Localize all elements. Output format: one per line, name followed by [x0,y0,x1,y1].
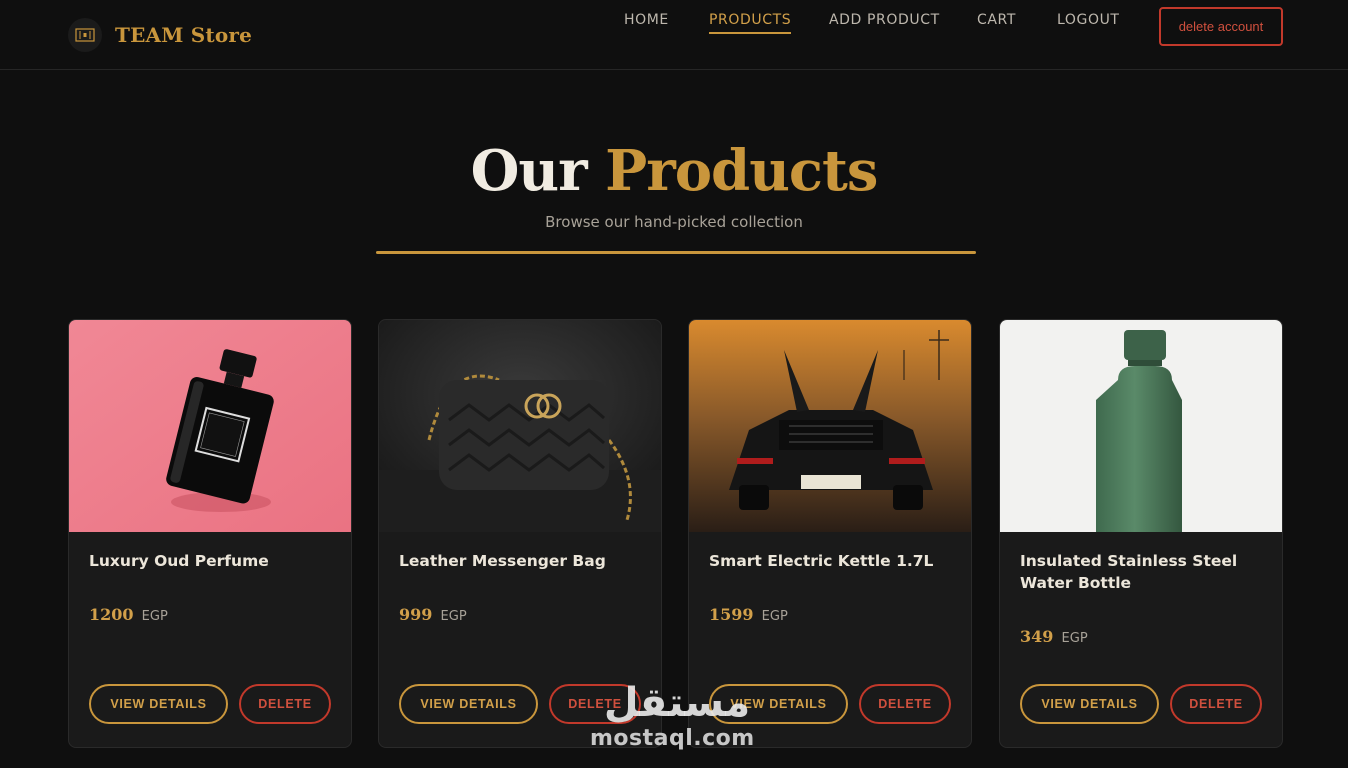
delete-account-button[interactable]: delete account [1159,7,1283,46]
product-price: 1599 EGP [709,605,788,624]
storefront-icon [68,18,102,52]
title-divider [376,251,976,254]
nav-logout[interactable]: LOGOUT [1057,11,1120,29]
product-price: 1200 EGP [89,605,168,624]
price-amount: 1200 [89,605,134,624]
nav-add-product[interactable]: ADD PRODUCT [829,11,940,29]
brand-name: TEAM Store [115,23,253,47]
product-image[interactable] [1000,320,1282,532]
view-details-button[interactable]: VIEW DETAILS [89,684,228,724]
navbar: TEAM Store HOME PRODUCTS ADD PRODUCT CAR… [0,0,1348,70]
page-subtitle: Browse our hand-picked collection [545,213,803,231]
nav-products[interactable]: PRODUCTS [709,11,792,34]
page-title-part2: Products [605,138,878,204]
product-image[interactable] [69,320,351,532]
product-image[interactable] [379,320,661,532]
price-currency: EGP [440,609,467,624]
view-details-button[interactable]: VIEW DETAILS [399,684,538,724]
product-price: 349 EGP [1020,627,1088,646]
product-name: Luxury Oud Perfume [89,552,269,570]
sports-car-photo [689,320,971,532]
page-title-part1: Our [470,138,588,204]
price-currency: EGP [1061,631,1088,646]
product-name: Leather Messenger Bag [399,552,606,570]
nav-home[interactable]: HOME [624,11,669,29]
watermark-text: mostaql.com [590,726,755,751]
view-details-button[interactable]: VIEW DETAILS [1020,684,1159,724]
product-image[interactable] [689,320,971,532]
nav-cart[interactable]: CART [977,11,1016,29]
brand[interactable]: TEAM Store [68,18,252,52]
product-price: 999 EGP [399,605,467,624]
page-title: Our Products [0,136,1348,206]
price-amount: 349 [1020,627,1054,646]
product-card: Luxury Oud Perfume 1200 EGP VIEW DETAILS… [68,319,352,748]
price-currency: EGP [761,609,788,624]
price-amount: 1599 [709,605,754,624]
product-card: Insulated Stainless Steel Water Bottle 3… [999,319,1283,748]
leather-bag-photo [379,320,661,532]
watermark-arabic-text: مستقل [604,680,750,726]
product-name: Smart Electric Kettle 1.7L [709,552,934,570]
delete-button[interactable]: DELETE [1170,684,1262,724]
water-bottle-photo [1000,320,1282,532]
price-amount: 999 [399,605,433,624]
perfume-bottle-photo [69,320,351,532]
delete-button[interactable]: DELETE [859,684,951,724]
product-name: Insulated Stainless Steel Water Bottle [1020,552,1238,592]
price-currency: EGP [141,609,168,624]
delete-button[interactable]: DELETE [239,684,331,724]
